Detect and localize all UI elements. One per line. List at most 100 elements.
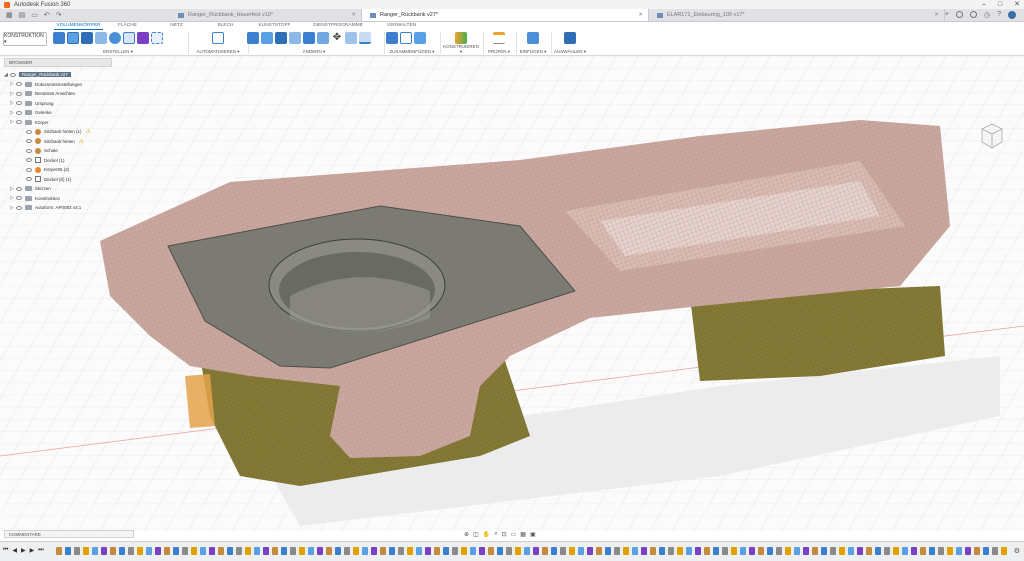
- timeline-feature-icon[interactable]: [542, 547, 548, 555]
- timeline-feature-icon[interactable]: [713, 547, 719, 555]
- box-icon[interactable]: [123, 32, 135, 44]
- group-label-automatisieren[interactable]: AUTOMATISIEREN ▾: [190, 49, 246, 55]
- tree-item[interactable]: ▷ Konstruktion: [4, 194, 112, 204]
- visibility-icon[interactable]: [26, 167, 32, 172]
- timeline-feature-icon[interactable]: [803, 547, 809, 555]
- orbit-icon[interactable]: ⊕: [464, 531, 469, 538]
- warning-icon[interactable]: ⚠: [86, 128, 91, 135]
- fast-forward-icon[interactable]: ⏭: [38, 547, 43, 554]
- timeline-feature-icon[interactable]: [326, 547, 332, 555]
- warning-icon[interactable]: ⚠: [79, 138, 84, 145]
- timeline-feature-icon[interactable]: [929, 547, 935, 555]
- timeline-feature-icon[interactable]: [623, 547, 629, 555]
- create-sketch-icon[interactable]: [67, 32, 79, 44]
- timeline-feature-icon[interactable]: [731, 547, 737, 555]
- tree-item[interactable]: Sitzbank hinten ⚠: [4, 137, 112, 147]
- visibility-icon[interactable]: [16, 120, 22, 125]
- automate-icon[interactable]: [212, 32, 224, 44]
- save-icon[interactable]: ▭: [31, 11, 38, 19]
- timeline-feature-icon[interactable]: [137, 547, 143, 555]
- timeline-feature-icon[interactable]: [74, 547, 80, 555]
- 3d-viewport[interactable]: [0, 56, 1024, 531]
- visibility-icon[interactable]: [16, 186, 22, 191]
- timeline-feature-icon[interactable]: [911, 547, 917, 555]
- timeline-feature-icon[interactable]: [362, 547, 368, 555]
- timeline-feature-icon[interactable]: [704, 547, 710, 555]
- timeline-feature-icon[interactable]: [146, 547, 152, 555]
- view-cube[interactable]: [980, 122, 1004, 150]
- tab-blech[interactable]: BLECH: [201, 23, 250, 30]
- timeline-feature-icon[interactable]: [317, 547, 323, 555]
- timeline-feature-icon[interactable]: [173, 547, 179, 555]
- timeline-feature-icon[interactable]: [128, 547, 134, 555]
- tree-item[interactable]: Deckel (1): [4, 156, 112, 166]
- tab-hauerfest[interactable]: Ranger_Rückbank_Hauerfest v10* ✕: [170, 9, 362, 21]
- tree-item[interactable]: ▷ Ursprung: [4, 99, 112, 109]
- browser-header[interactable]: BROWSER: [4, 58, 112, 67]
- fillet-icon[interactable]: [261, 32, 273, 44]
- timeline-feature-icon[interactable]: [254, 547, 260, 555]
- timeline-feature-icon[interactable]: [740, 547, 746, 555]
- timeline-feature-icon[interactable]: [335, 547, 341, 555]
- undo-icon[interactable]: ↶: [44, 11, 50, 19]
- timeline-feature-icon[interactable]: [596, 547, 602, 555]
- timeline-feature-icon[interactable]: [866, 547, 872, 555]
- timeline-feature-icon[interactable]: [947, 547, 953, 555]
- close-tab-icon[interactable]: ✕: [638, 12, 643, 18]
- timeline-feature-icon[interactable]: [659, 547, 665, 555]
- timeline-feature-icon[interactable]: [56, 547, 62, 555]
- timeline-feature-icon[interactable]: [956, 547, 962, 555]
- timeline-feature-icon[interactable]: [776, 547, 782, 555]
- help-icon[interactable]: ?: [997, 11, 1001, 18]
- visibility-icon[interactable]: [16, 205, 22, 210]
- timeline-feature-icon[interactable]: [614, 547, 620, 555]
- tab-einbauring[interactable]: ELAR171_Einbauring_100 v17* ✕: [649, 9, 945, 21]
- timeline-feature-icon[interactable]: [506, 547, 512, 555]
- timeline-feature-icon[interactable]: [110, 547, 116, 555]
- timeline-feature-icon[interactable]: [290, 547, 296, 555]
- timeline-feature-icon[interactable]: [200, 547, 206, 555]
- timeline-feature-icon[interactable]: [380, 547, 386, 555]
- display-settings-icon[interactable]: ▭: [511, 531, 517, 538]
- timeline-feature-icon[interactable]: [1001, 547, 1007, 555]
- align-icon[interactable]: [359, 32, 371, 44]
- timeline-feature-icon[interactable]: [965, 547, 971, 555]
- redo-icon[interactable]: ↷: [56, 11, 62, 19]
- joint-icon[interactable]: [400, 32, 412, 44]
- timeline-feature-icon[interactable]: [164, 547, 170, 555]
- timeline-feature-icon[interactable]: [461, 547, 467, 555]
- timeline-feature-icon[interactable]: [722, 547, 728, 555]
- visibility-icon[interactable]: [16, 101, 22, 106]
- pan-icon[interactable]: ✋: [483, 531, 490, 538]
- hole-icon[interactable]: [109, 32, 121, 44]
- tree-root[interactable]: ◢ Ranger_Rückbank v27: [4, 70, 112, 80]
- close-tab-icon[interactable]: ✕: [351, 12, 356, 18]
- group-label-aendern[interactable]: ÄNDERN ▾: [247, 49, 381, 55]
- timeline-feature-icon[interactable]: [425, 547, 431, 555]
- timeline-feature-icon[interactable]: [830, 547, 836, 555]
- timeline-feature-icon[interactable]: [569, 547, 575, 555]
- timeline-feature-icon[interactable]: [884, 547, 890, 555]
- as-built-joint-icon[interactable]: [414, 32, 426, 44]
- timeline-feature-icon[interactable]: [641, 547, 647, 555]
- timeline-feature-icon[interactable]: [650, 547, 656, 555]
- rewind-icon[interactable]: ⏮: [3, 547, 8, 554]
- tree-item[interactable]: ▷ Skizzen: [4, 184, 112, 194]
- visibility-icon[interactable]: [16, 196, 22, 201]
- timeline-feature-icon[interactable]: [434, 547, 440, 555]
- timeline-feature-icon[interactable]: [605, 547, 611, 555]
- pattern-icon[interactable]: [151, 32, 163, 44]
- tab-rueckbank[interactable]: Ranger_Rückbank v27* ✕: [361, 9, 649, 21]
- scale-icon[interactable]: [317, 32, 329, 44]
- timeline-feature-icon[interactable]: [65, 547, 71, 555]
- tree-item[interactable]: Schale: [4, 146, 112, 156]
- comments-panel[interactable]: KOMMENTARE: [4, 530, 134, 538]
- grid-settings-icon[interactable]: ▦: [520, 531, 526, 538]
- new-tab-icon[interactable]: +: [945, 11, 949, 18]
- timeline-track[interactable]: [56, 547, 1008, 557]
- timeline-feature-icon[interactable]: [767, 547, 773, 555]
- timeline-feature-icon[interactable]: [668, 547, 674, 555]
- timeline-feature-icon[interactable]: [839, 547, 845, 555]
- visibility-icon[interactable]: [26, 158, 32, 163]
- timeline-feature-icon[interactable]: [902, 547, 908, 555]
